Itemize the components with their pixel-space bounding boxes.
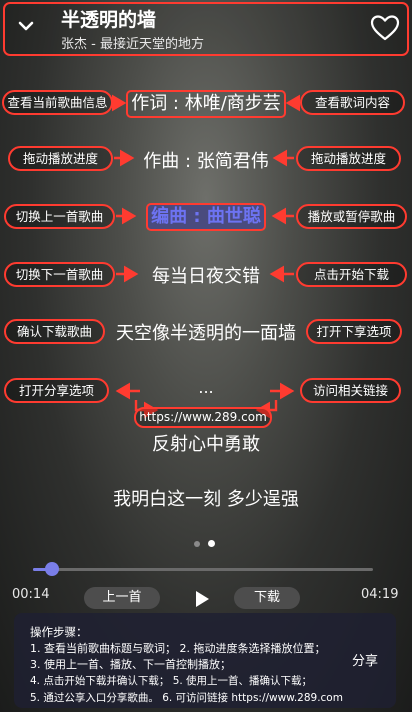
play-icon[interactable] (192, 589, 212, 609)
callout-lyrics-content: 查看歌词内容 (300, 90, 405, 115)
instruction-line: 3. 使用上一首、播放、下一首控制播放； (30, 658, 231, 671)
share-button[interactable]: 分享 (352, 650, 378, 669)
instruction-line: 1. 查看当前歌曲标题与歌词； 2. 拖动进度条选择播放位置； (30, 642, 326, 655)
lyric-line: 我明白这一刻 多少逞强 (0, 485, 412, 511)
lyric-line-text: 我明白这一刻 多少逞强 (113, 489, 299, 510)
page-dot-active[interactable] (208, 540, 215, 547)
callout-start-download: 点击开始下载 (296, 262, 407, 287)
lyric-line-text: 反射心中勇敢 (152, 434, 260, 455)
lyric-arranger-active[interactable]: 编曲 : 曲世聪 (146, 203, 266, 231)
instruction-line: 5. 通过公享入口分享歌曲。 6. 可访问链接 https://www.289.… (30, 692, 343, 704)
lyric-composer: 作曲 : 张简君伟 (143, 151, 269, 172)
instructions-title: 操作步骤： (30, 625, 88, 639)
lyric-line-text: 天空像半透明的一面墙 (116, 323, 296, 344)
total-time: 04:19 (361, 587, 399, 602)
progress-track[interactable] (33, 568, 373, 571)
lyric-line-text: 每当日夜交错 (152, 266, 260, 287)
song-artist-album: 张杰 - 最接近天堂的地方 (61, 37, 204, 52)
callout-open-share: 打开下享选项 (306, 319, 402, 344)
lyric-line: 反射心中勇敢 (0, 430, 412, 456)
instruction-line: 4. 点击开始下载并确认下载； 5. 使用上一首、播确认下载； (30, 675, 313, 687)
callout-visit-link: 访问相关链接 (300, 378, 401, 403)
lyric-ellipsis: ... (198, 378, 214, 397)
song-title: 半透明的墙 (61, 9, 157, 31)
page-dot[interactable] (194, 541, 200, 547)
lyric-lyricist: 作词 : 林唯/商步芸 (126, 90, 286, 118)
callout-play-pause: 播放或暂停歌曲 (296, 204, 407, 229)
current-time: 00:14 (12, 587, 50, 602)
chevron-down-icon[interactable] (14, 14, 38, 38)
previous-button[interactable]: 上一首 (84, 587, 160, 609)
callout-drag-progress: 拖动播放进度 (296, 146, 401, 171)
progress-thumb[interactable] (45, 562, 59, 576)
heart-icon[interactable] (370, 14, 400, 42)
download-button[interactable]: 下载 (234, 587, 300, 609)
url-badge[interactable]: https://www.289.com (134, 407, 272, 428)
